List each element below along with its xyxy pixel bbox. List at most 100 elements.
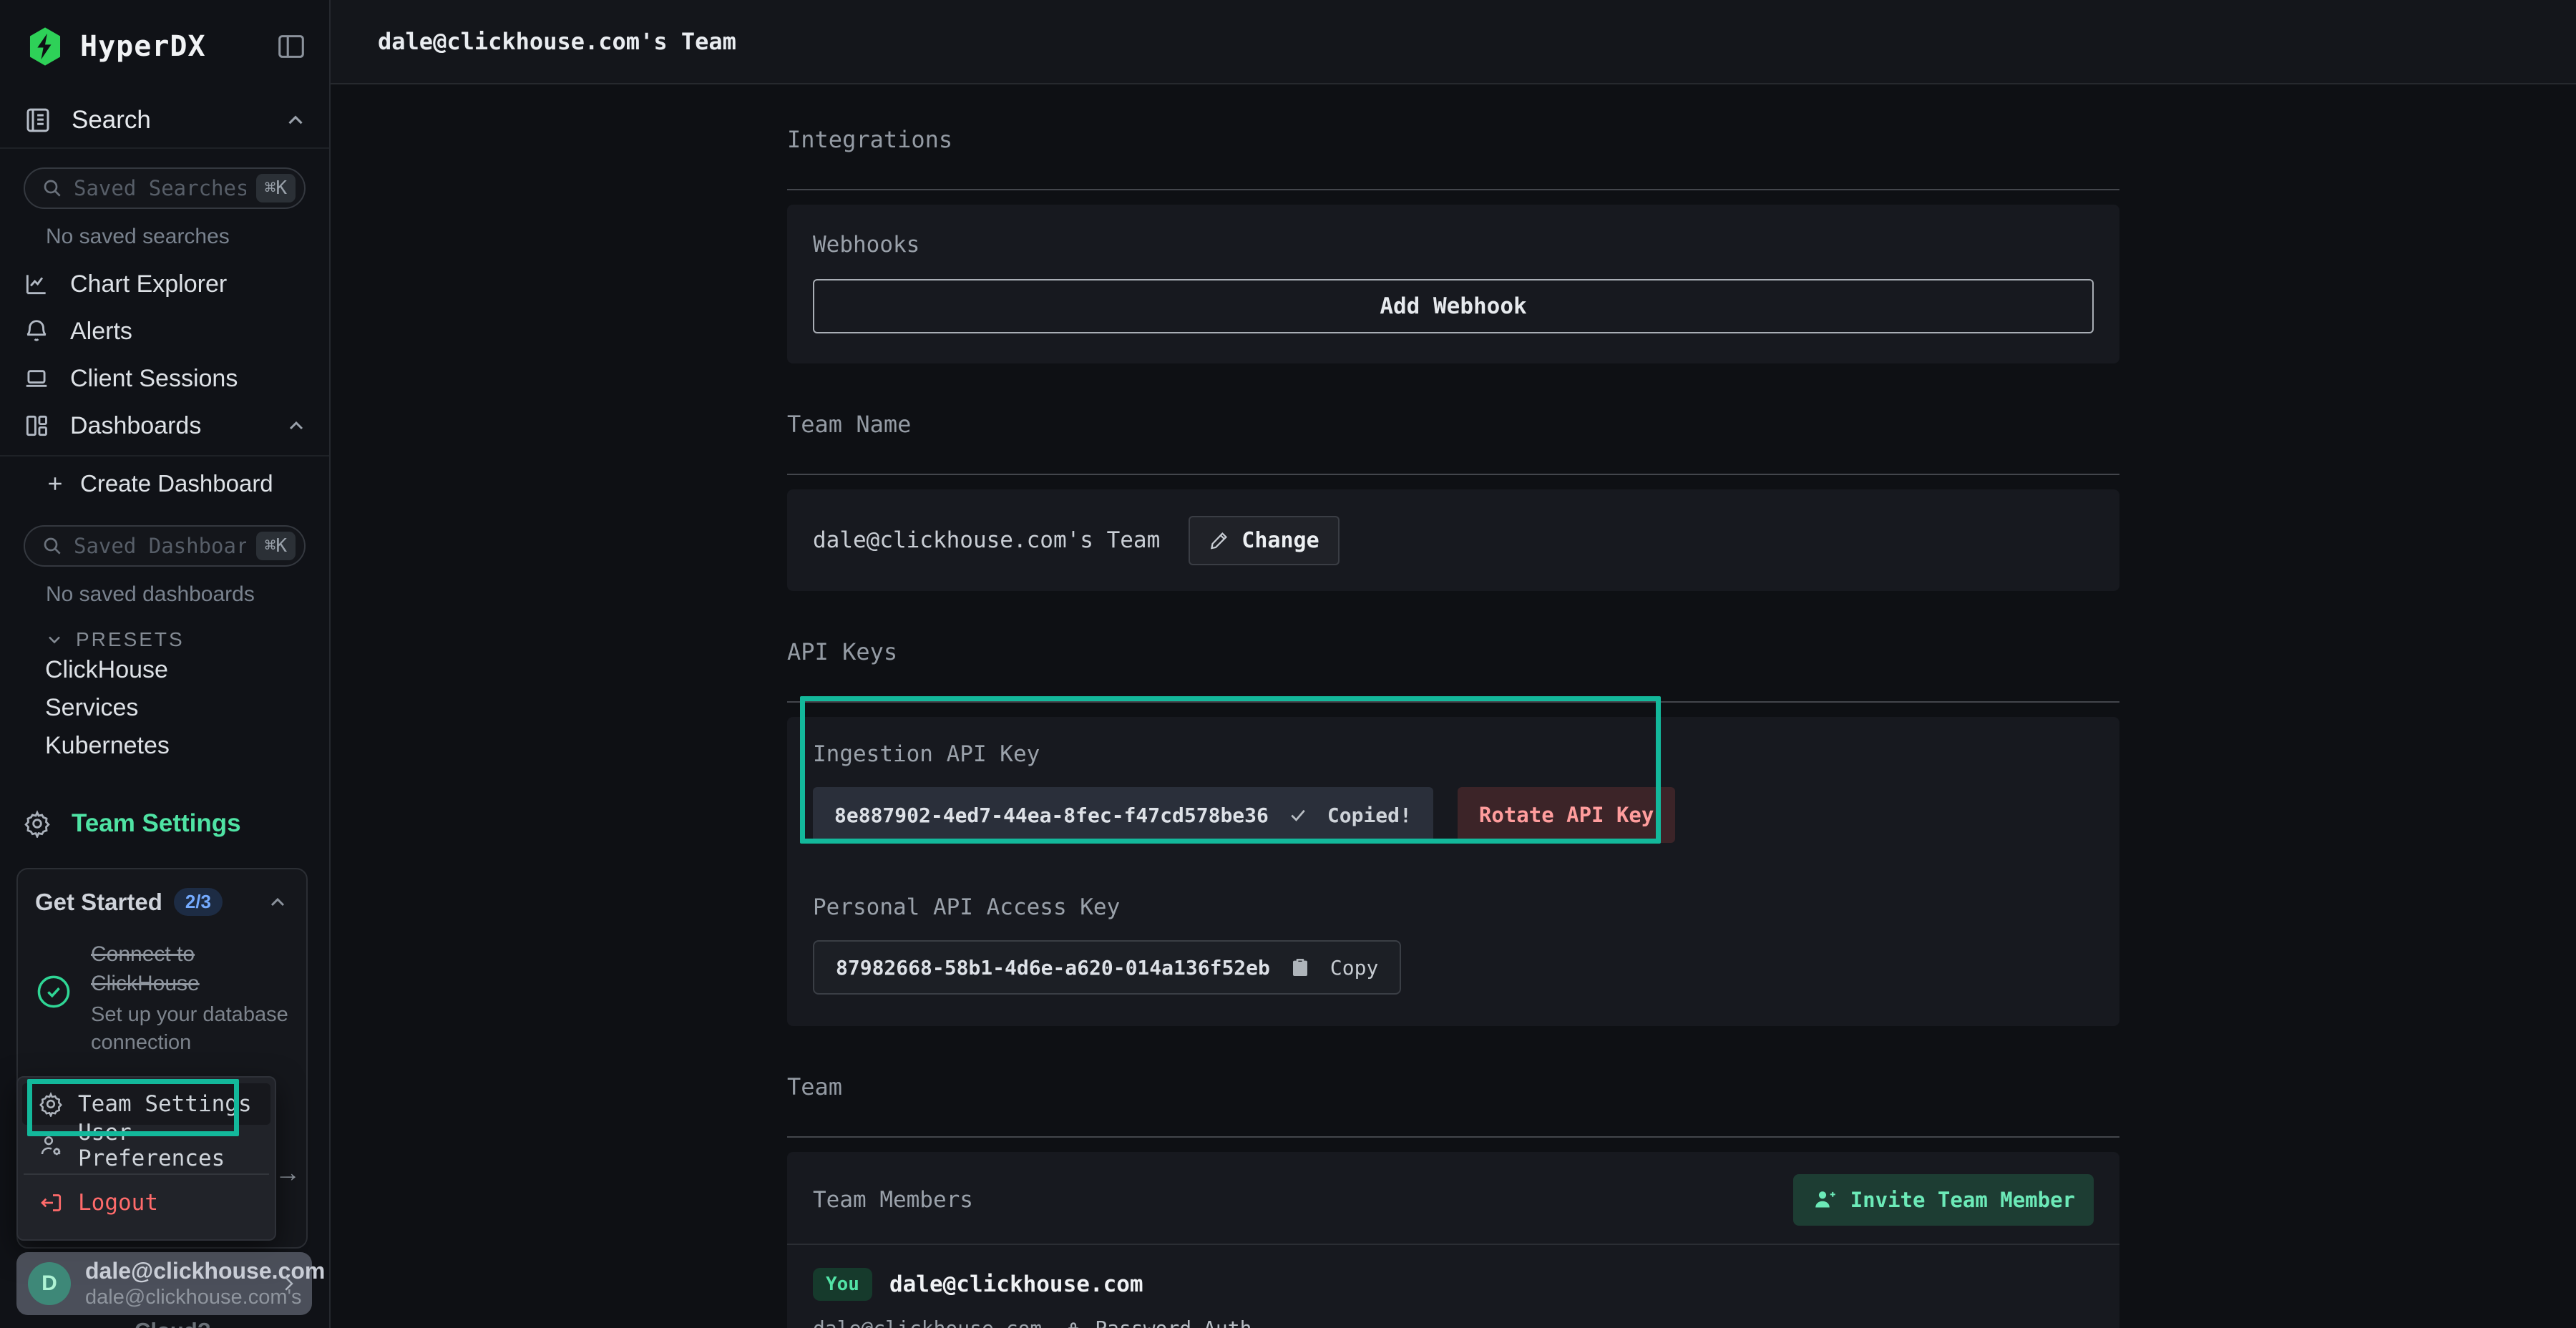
saved-searches-field[interactable]: [74, 176, 246, 200]
sidebar-nav: Chart Explorer Alerts Client Sessions Da…: [0, 260, 329, 449]
ingestion-api-key-value: 8e887902-4ed7-44ea-8fec-f47cd578be36: [834, 804, 1269, 827]
chevron-right-icon: [278, 1273, 299, 1294]
change-button-label: Change: [1241, 528, 1319, 553]
team-heading: Team: [787, 1073, 2119, 1100]
sidebar-section-dashboards-label: Dashboards: [70, 412, 265, 440]
topbar: dale@clickhouse.com's Team: [331, 0, 2576, 84]
search-icon: [41, 534, 64, 557]
sidebar-item-team-settings-label: Team Settings: [72, 809, 241, 838]
plus-icon: [44, 473, 66, 494]
sidebar-collapse-icon[interactable]: [275, 30, 308, 63]
auth-method-label: Password Auth: [1095, 1317, 1252, 1328]
sidebar-item-label: Client Sessions: [70, 365, 308, 393]
team-name-card: dale@clickhouse.com's Team Change: [787, 489, 2119, 591]
preset-item-kubernetes[interactable]: Kubernetes: [0, 727, 329, 765]
menu-divider: [24, 1173, 269, 1175]
sidebar-divider: [0, 455, 329, 456]
lock-icon: [1063, 1319, 1083, 1328]
chevron-down-icon: [44, 630, 64, 650]
sidebar: HyperDX Search ⌘K No saved searches Char…: [0, 0, 331, 1328]
logout-icon: [38, 1190, 64, 1216]
sidebar-item-alerts[interactable]: Alerts: [0, 308, 329, 355]
get-started-item-connect[interactable]: Connect to ClickHouse Set up your databa…: [35, 940, 289, 1057]
copy-button-label: Copy: [1330, 956, 1378, 980]
invite-team-member-button[interactable]: Invite Team Member: [1793, 1174, 2094, 1226]
team-name-heading: Team Name: [787, 411, 2119, 438]
presets-toggle[interactable]: PRESETS: [44, 628, 329, 651]
sidebar-item-client-sessions[interactable]: Client Sessions: [0, 355, 329, 402]
member-meta: dale@clickhouse.com Password Auth: [813, 1317, 2094, 1328]
logo-row: HyperDX: [0, 0, 329, 93]
preset-item-services[interactable]: Services: [0, 689, 329, 727]
ingestion-api-key-chip[interactable]: 8e887902-4ed7-44ea-8fec-f47cd578be36 Cop…: [813, 787, 1433, 843]
check-circle-icon: [35, 973, 72, 1010]
menu-item-label: Team Settings: [78, 1091, 252, 1117]
section-divider: [787, 189, 2119, 190]
menu-item-label: Logout: [78, 1190, 158, 1216]
get-started-item-subtitle: Set up your database connection: [91, 1001, 289, 1057]
arrow-right-icon: →: [275, 1158, 301, 1188]
no-saved-dashboards-text: No saved dashboards: [46, 582, 329, 607]
add-webhook-button[interactable]: Add Webhook: [813, 279, 2094, 333]
get-started-title: Get Started: [35, 889, 162, 916]
create-dashboard-button[interactable]: Create Dashboard: [0, 461, 329, 507]
menu-item-logout[interactable]: Logout: [22, 1182, 270, 1224]
api-keys-heading: API Keys: [787, 638, 2119, 665]
sidebar-section-search-label: Search: [72, 106, 265, 135]
sidebar-section-search[interactable]: Search: [0, 93, 329, 149]
section-divider: [787, 701, 2119, 703]
menu-item-label: User Preferences: [78, 1120, 255, 1171]
menu-item-user-preferences[interactable]: User Preferences: [22, 1125, 270, 1166]
chevron-up-icon: [283, 108, 308, 132]
pencil-icon: [1209, 529, 1230, 551]
saved-dashboards-input[interactable]: ⌘K: [24, 525, 306, 567]
avatar: D: [28, 1262, 71, 1305]
member-email: dale@clickhouse.com: [813, 1317, 1042, 1328]
check-icon: [1287, 804, 1309, 826]
get-started-header[interactable]: Get Started 2/3: [35, 888, 289, 916]
team-members-card: Team Members Invite Team Member You dale…: [787, 1152, 2119, 1328]
webhooks-card: Webhooks Add Webhook: [787, 205, 2119, 363]
dashboards-grid-icon: [23, 412, 50, 439]
sidebar-item-team-settings[interactable]: Team Settings: [0, 809, 329, 838]
chart-icon: [23, 270, 50, 298]
clipboard-icon: [1289, 956, 1312, 979]
user-email: dale@clickhouse.com: [85, 1258, 263, 1284]
sidebar-section-dashboards[interactable]: Dashboards: [0, 402, 329, 449]
preset-item-clickhouse[interactable]: ClickHouse: [0, 651, 329, 689]
team-name-value: dale@clickhouse.com's Team: [813, 527, 1160, 553]
get-started-progress-badge: 2/3: [174, 888, 223, 916]
copied-label: Copied!: [1327, 804, 1412, 827]
laptop-icon: [23, 365, 50, 392]
sidebar-item-chart-explorer[interactable]: Chart Explorer: [0, 260, 329, 308]
section-divider: [787, 1136, 2119, 1138]
rotate-api-key-button[interactable]: Rotate API Key: [1458, 787, 1675, 843]
personal-api-key-chip[interactable]: 87982668-58b1-4d6e-a620-014a136f52eb Cop…: [813, 940, 1401, 995]
user-profile-button[interactable]: D dale@clickhouse.com dale@clickhouse.co…: [16, 1252, 312, 1315]
gear-icon: [38, 1091, 64, 1117]
create-dashboard-label: Create Dashboard: [80, 470, 273, 497]
user-context-menu: Team Settings User Preferences Logout: [16, 1076, 276, 1241]
member-row: You dale@clickhouse.com: [813, 1268, 2094, 1301]
cutoff-text: Cloud?: [135, 1318, 211, 1328]
brand-name: HyperDX: [80, 30, 206, 63]
menu-item-team-settings[interactable]: Team Settings: [22, 1083, 270, 1125]
member-name: dale@clickhouse.com: [889, 1271, 1143, 1297]
sidebar-item-label: Chart Explorer: [70, 270, 308, 298]
ingestion-api-key-label: Ingestion API Key: [813, 741, 2094, 767]
saved-searches-input[interactable]: ⌘K: [24, 167, 306, 209]
presets-label: PRESETS: [76, 628, 185, 651]
you-badge: You: [813, 1268, 872, 1301]
user-plus-icon: [1812, 1187, 1838, 1213]
search-icon: [41, 177, 64, 200]
main-content: Integrations Webhooks Add Webhook Team N…: [331, 86, 2576, 1328]
change-team-name-button[interactable]: Change: [1189, 516, 1339, 565]
user-gear-icon: [38, 1133, 64, 1158]
page-title: dale@clickhouse.com's Team: [378, 28, 736, 55]
bell-icon: [23, 318, 50, 345]
shortcut-badge: ⌘K: [256, 532, 296, 560]
members-divider: [787, 1244, 2119, 1245]
saved-dashboards-field[interactable]: [74, 534, 246, 558]
hyperdx-team-settings-page: { "brand": { "name": "HyperDX" }, "topba…: [0, 0, 2576, 1328]
get-started-item-title: Connect to ClickHouse: [91, 940, 289, 998]
